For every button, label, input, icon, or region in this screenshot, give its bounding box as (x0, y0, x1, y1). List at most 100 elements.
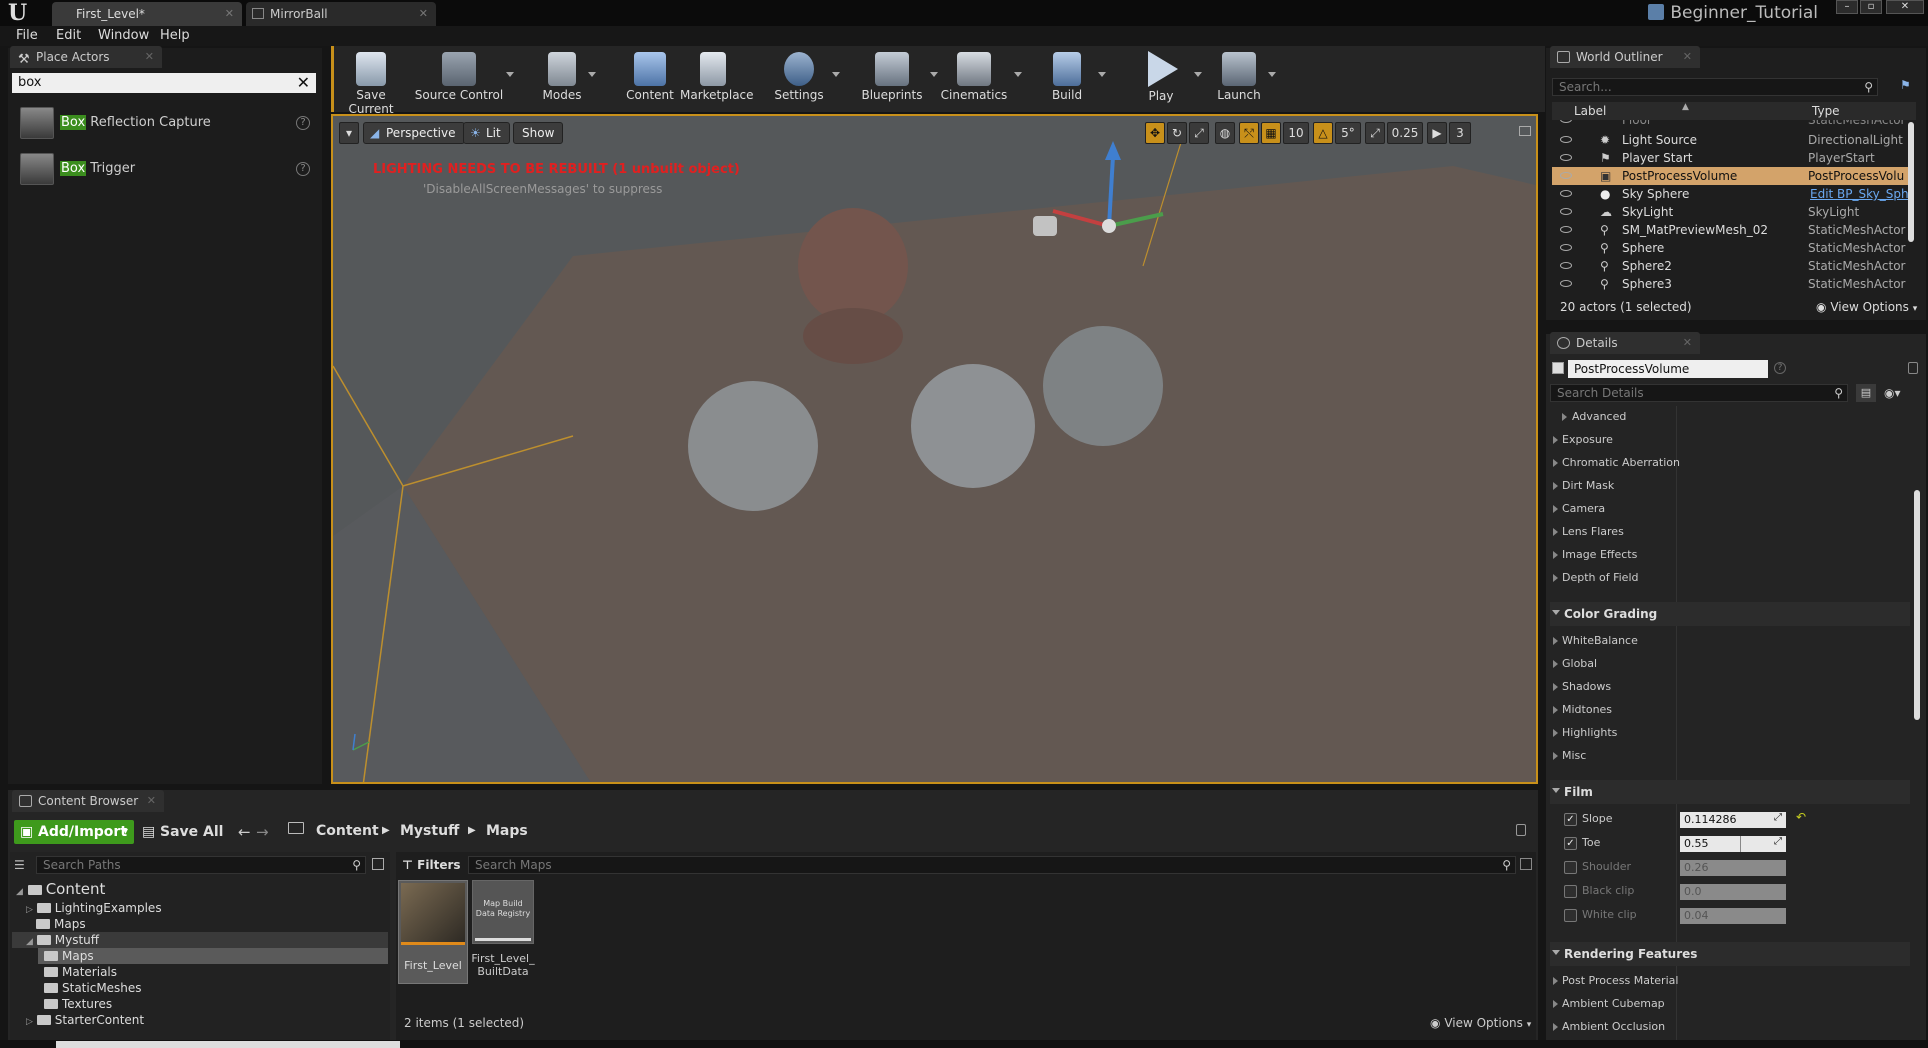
outliner-search-input[interactable]: Search... ⚲ (1552, 78, 1878, 96)
save-search-icon[interactable] (1520, 858, 1532, 870)
rotation-snap-value[interactable]: 5° (1335, 122, 1361, 144)
visibility-eye-icon[interactable] (1560, 262, 1572, 269)
document-tab-mirrorball[interactable]: MirrorBall ✕ (246, 2, 436, 26)
tree-folder-mystuff[interactable]: ◢ Mystuff (12, 932, 388, 948)
outliner-col-label[interactable]: Label (1574, 102, 1606, 120)
menu-help[interactable]: Help (160, 26, 190, 46)
asset-tile-built-data[interactable]: Map Build Data Registry (472, 880, 534, 944)
actor-item-box-reflection-capture[interactable]: Box Reflection Capture ? (12, 104, 318, 142)
details-section-film[interactable]: Film (1550, 780, 1910, 804)
toe-field[interactable]: 0.55 (1680, 836, 1786, 852)
asset-tile-first-level[interactable]: First_Level (398, 880, 468, 984)
scale-snap-value[interactable]: 0.25 (1387, 122, 1423, 144)
content-button[interactable]: Content (620, 46, 680, 112)
details-category-exposure[interactable]: Exposure (1550, 429, 1613, 451)
tree-folder-materials[interactable]: Materials (44, 964, 117, 980)
settings-button[interactable]: Settings (768, 46, 840, 112)
dropdown-caret-icon[interactable] (1268, 72, 1276, 77)
grid-snap-value[interactable]: 10 (1283, 122, 1309, 144)
outliner-row-sky-sphere[interactable]: ● Sky Sphere Edit BP_Sky_Sph (1552, 185, 1912, 203)
add-import-button[interactable]: ▣ Add/Import ▾ (14, 820, 134, 844)
tab-place-actors[interactable]: ⚒ Place Actors ✕ (10, 46, 162, 68)
tab-content-browser[interactable]: Content Browser ✕ (12, 790, 164, 812)
menu-window[interactable]: Window (98, 26, 149, 46)
close-icon[interactable]: ✕ (419, 2, 428, 26)
actor-name-field[interactable]: PostProcessVolume (1568, 360, 1768, 378)
sources-toggle-icon[interactable]: ☰ (14, 858, 28, 872)
help-icon[interactable]: ? (296, 116, 310, 130)
reset-to-default-icon[interactable]: ↶ (1796, 810, 1806, 824)
help-icon[interactable]: ? (1774, 362, 1786, 374)
details-category-lens-flares[interactable]: Lens Flares (1550, 521, 1624, 543)
rotate-tool-icon[interactable]: ↻ (1167, 122, 1187, 144)
save-current-button[interactable]: Save Current (334, 46, 408, 116)
details-section-color-grading[interactable]: Color Grading (1550, 602, 1910, 626)
camera-speed-icon[interactable]: ▶ (1427, 122, 1447, 144)
scale-tool-icon[interactable]: ⤢ (1189, 122, 1209, 144)
viewport-options-button[interactable]: ▾ (339, 122, 359, 144)
visibility-eye-icon[interactable] (1560, 120, 1572, 123)
white-clip-field[interactable]: 0.04 (1680, 908, 1786, 924)
lock-icon[interactable] (1516, 824, 1526, 836)
marketplace-button[interactable]: Marketplace (680, 46, 754, 112)
dropdown-caret-icon[interactable] (1098, 72, 1106, 77)
details-category-dirt-mask[interactable]: Dirt Mask (1550, 475, 1614, 497)
visibility-eye-icon[interactable] (1560, 226, 1572, 233)
filters-button[interactable]: ⊤ Filters ▾ (402, 856, 462, 890)
rotation-snap-icon[interactable]: △ (1313, 122, 1333, 144)
maximize-button[interactable]: ▫ (1860, 0, 1882, 14)
dropdown-caret-icon[interactable] (832, 72, 840, 77)
visibility-eye-icon[interactable] (1560, 136, 1572, 143)
dropdown-caret-icon[interactable] (588, 72, 596, 77)
menu-file[interactable]: File (16, 26, 38, 46)
override-checkbox[interactable]: ✓ (1564, 837, 1577, 850)
search-maps-input[interactable]: Search Maps ⚲ (468, 856, 1516, 874)
lit-button[interactable]: ☀ Lit (463, 122, 510, 144)
outliner-row-sphere[interactable]: ⚲ Sphere StaticMeshActor (1552, 239, 1912, 257)
tab-details[interactable]: Details ✕ (1550, 332, 1700, 354)
path-view-options-icon[interactable] (372, 858, 384, 870)
tree-folder-startercontent[interactable]: ▷ StarterContent (26, 1012, 144, 1028)
document-tab-first-level[interactable]: First_Level* ✕ (52, 2, 242, 26)
override-checkbox[interactable]: ✓ (1564, 813, 1577, 826)
perspective-button[interactable]: ◢ Perspective (363, 122, 465, 144)
blueprints-button[interactable]: Blueprints (858, 46, 938, 112)
tree-folder-maps-selected[interactable]: Maps (38, 948, 388, 964)
override-checkbox[interactable] (1564, 861, 1577, 874)
tree-folder-staticmeshes[interactable]: StaticMeshes (44, 980, 142, 996)
outliner-view-options-button[interactable]: ◉ View Options ▾ (1816, 300, 1917, 314)
visibility-eye-icon[interactable] (1560, 280, 1572, 287)
show-button[interactable]: Show (513, 122, 564, 144)
details-category-camera[interactable]: Camera (1550, 498, 1605, 520)
tree-folder-content[interactable]: ◢ Content (16, 880, 105, 898)
slope-field[interactable]: 0.114286 (1680, 812, 1786, 828)
details-category-advanced[interactable]: Advanced (1550, 406, 1626, 428)
visibility-eye-icon[interactable] (1560, 172, 1572, 179)
close-icon[interactable]: ✕ (1683, 46, 1692, 68)
details-category-global[interactable]: Global (1550, 653, 1597, 675)
translate-tool-icon[interactable]: ✥ (1145, 122, 1165, 144)
outliner-row-sphere2[interactable]: ⚲ Sphere2 StaticMeshActor (1552, 257, 1912, 275)
details-category-depth-of-field[interactable]: Depth of Field (1550, 567, 1639, 589)
breadcrumb-mystuff[interactable]: Mystuff (400, 820, 459, 842)
tree-folder-textures[interactable]: Textures (44, 996, 112, 1012)
details-category-whitebalance[interactable]: WhiteBalance (1550, 630, 1638, 652)
close-icon[interactable]: ✕ (145, 46, 154, 68)
details-category-chromatic-aberration[interactable]: Chromatic Aberration (1550, 452, 1680, 474)
level-viewport[interactable]: ▾ ◢ Perspective ☀ Lit Show LIGHTING NEED… (331, 114, 1538, 784)
outliner-row-light-source[interactable]: ✹ Light Source DirectionalLight (1552, 131, 1912, 149)
launch-button[interactable]: Launch (1214, 46, 1276, 112)
dropdown-caret-icon[interactable] (930, 72, 938, 77)
outliner-row-postprocessvolume[interactable]: ▣ PostProcessVolume PostProcessVolu (1552, 167, 1912, 185)
tab-world-outliner[interactable]: World Outliner ✕ (1550, 46, 1700, 68)
outliner-row-sm-matpreviewmesh-02[interactable]: ⚲ SM_MatPreviewMesh_02 StaticMeshActor (1552, 221, 1912, 239)
grid-snap-icon[interactable]: ▦ (1261, 122, 1281, 144)
save-all-button[interactable]: ▤ Save All (142, 820, 223, 844)
surface-snap-icon[interactable]: ⤲ (1239, 122, 1259, 144)
details-category-shadows[interactable]: Shadows (1550, 676, 1611, 698)
outliner-row-player-start[interactable]: ⚑ Player Start PlayerStart (1552, 149, 1912, 167)
close-icon[interactable]: ✕ (147, 790, 156, 812)
clear-search-icon[interactable]: ✕ (297, 73, 310, 93)
property-matrix-icon[interactable]: ▤ (1856, 384, 1876, 402)
minimize-button[interactable]: – (1836, 0, 1858, 14)
